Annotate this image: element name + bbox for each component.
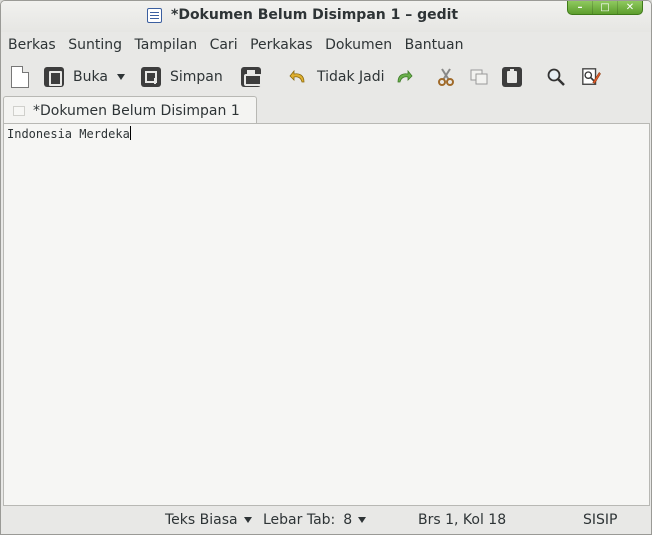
find-replace-icon (581, 67, 601, 87)
cursor-position: Brs 1, Kol 18 (418, 512, 506, 528)
window-controls: – □ ✕ (567, 1, 643, 15)
save-label: Simpan (170, 69, 223, 85)
menu-sunting[interactable]: Sunting (68, 37, 122, 53)
menu-perkakas[interactable]: Perkakas (250, 37, 313, 53)
cursor-position-label: Brs 1, Kol 18 (418, 512, 507, 528)
toolbar: Buka Simpan Tidak Jadi (1, 58, 651, 94)
new-button[interactable] (11, 64, 29, 90)
undo-label: Tidak Jadi (317, 69, 385, 85)
tab-strip: *Dokumen Belum Disimpan 1 (1, 95, 651, 124)
gedit-app-icon (147, 7, 162, 23)
minimize-button[interactable]: – (568, 1, 592, 14)
chevron-down-icon (243, 517, 252, 523)
language-label: Teks Biasa (165, 512, 238, 528)
menu-bantuan[interactable]: Bantuan (405, 37, 464, 53)
insert-mode: SISIP (583, 512, 617, 528)
tab-label: *Dokumen Belum Disimpan 1 (33, 102, 240, 119)
editor-line: Indonesia Merdeka (7, 126, 131, 142)
find-button[interactable] (546, 64, 566, 90)
window-title: *Dokumen Belum Disimpan 1 – gedit (171, 7, 459, 23)
find-replace-button[interactable] (581, 64, 601, 90)
insert-mode-label: SISIP (583, 512, 618, 528)
tab-width-selector[interactable]: Lebar Tab: 8 (263, 512, 367, 528)
cut-icon (436, 67, 456, 87)
paste-button[interactable] (502, 64, 522, 90)
undo-icon (288, 67, 308, 87)
open-button[interactable]: Buka (44, 64, 108, 90)
search-icon (546, 67, 566, 87)
menu-tampilan[interactable]: Tampilan (135, 37, 198, 53)
copy-button[interactable] (469, 64, 489, 90)
new-document-icon (11, 66, 29, 88)
paste-icon (502, 67, 522, 87)
tab-width-value: 8 (343, 512, 353, 528)
status-bar: Teks Biasa Lebar Tab: 8 Brs 1, Kol 18 SI… (1, 507, 651, 534)
cut-button[interactable] (436, 64, 456, 90)
undo-button[interactable]: Tidak Jadi (288, 64, 385, 90)
copy-icon (469, 67, 489, 87)
title-bar[interactable]: *Dokumen Belum Disimpan 1 – gedit – □ ✕ (1, 1, 651, 32)
text-editor[interactable]: Indonesia Merdeka (3, 123, 650, 506)
menu-berkas[interactable]: Berkas (8, 37, 56, 53)
tab-document[interactable]: *Dokumen Belum Disimpan 1 (3, 96, 257, 124)
chevron-down-icon (117, 74, 125, 80)
print-icon (241, 67, 262, 87)
open-recent-dropdown[interactable] (117, 64, 125, 90)
redo-button[interactable] (394, 64, 414, 90)
gedit-window: *Dokumen Belum Disimpan 1 – gedit – □ ✕ … (0, 0, 652, 535)
language-selector[interactable]: Teks Biasa (165, 512, 252, 528)
maximize-button[interactable]: □ (592, 1, 617, 14)
save-icon (141, 67, 161, 87)
menu-cari[interactable]: Cari (210, 37, 238, 53)
print-button[interactable] (241, 64, 262, 90)
menu-dokumen[interactable]: Dokumen (325, 37, 392, 53)
text-caret (129, 126, 131, 140)
redo-icon (394, 67, 414, 87)
open-icon (44, 67, 64, 87)
save-button[interactable]: Simpan (141, 64, 223, 90)
title-wrap: *Dokumen Belum Disimpan 1 – gedit (147, 7, 458, 23)
close-button[interactable]: ✕ (617, 1, 642, 14)
editor-content: Indonesia Merdeka (7, 127, 130, 141)
menu-bar: Berkas Sunting Tampilan Cari Perkakas Do… (1, 32, 651, 57)
tab-width-label: Lebar Tab: (263, 512, 336, 528)
document-icon (13, 105, 25, 116)
chevron-down-icon (358, 517, 367, 523)
open-label: Buka (73, 69, 108, 85)
